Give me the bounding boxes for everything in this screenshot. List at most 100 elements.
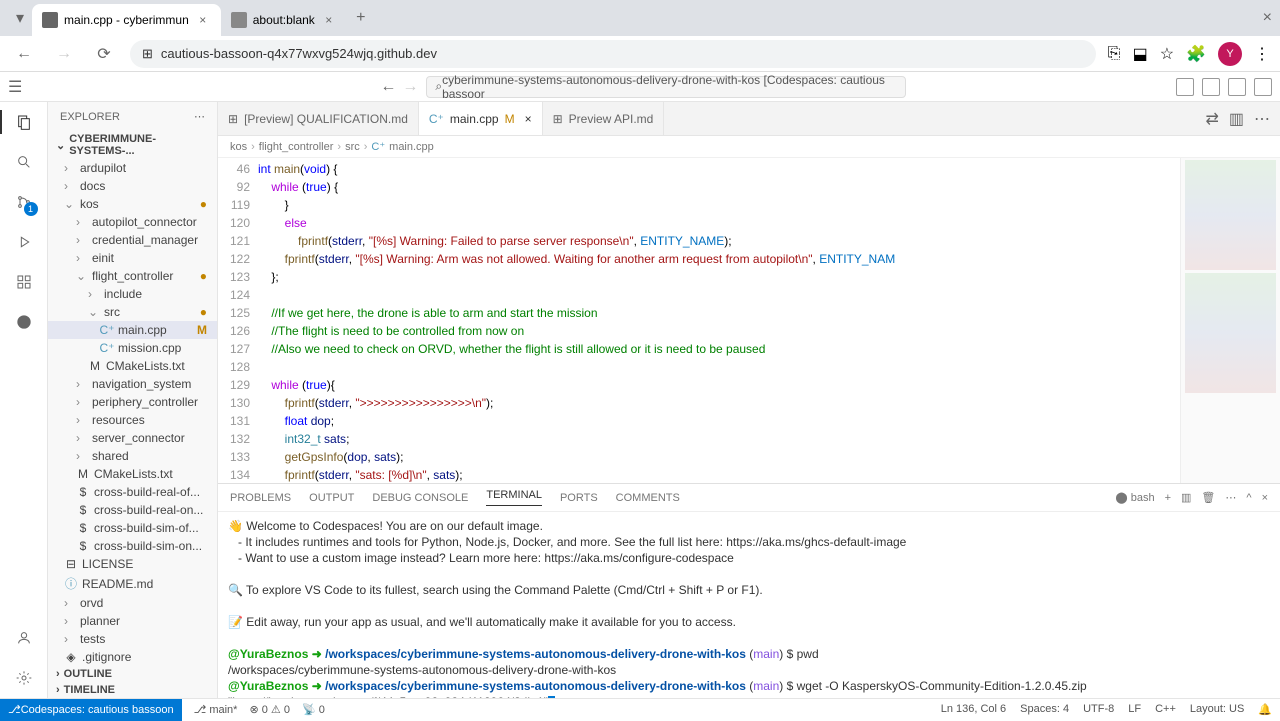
folder-autopilot-connector[interactable]: ›autopilot_connector — [48, 213, 217, 231]
minimap[interactable] — [1180, 158, 1280, 483]
folder-src[interactable]: ⌄src● — [48, 303, 217, 321]
folder-credential-manager[interactable]: ›credential_manager — [48, 231, 217, 249]
breadcrumb[interactable]: kos› flight_controller› src› C⁺ main.cpp — [218, 136, 1280, 158]
bookmark-icon[interactable]: ☆ — [1160, 44, 1174, 64]
nav-back-icon[interactable]: ← — [380, 78, 396, 96]
file-cmakelists-kos[interactable]: MCMakeLists.txt — [48, 465, 217, 483]
tab-main-cpp[interactable]: C⁺main.cpp M× — [419, 102, 543, 135]
branch-indicator[interactable]: ⎇ main* — [194, 703, 238, 716]
folder-docs[interactable]: ›docs — [48, 177, 217, 195]
workspace-header[interactable]: ⌄CYBERIMMUNE-SYSTEMS-... — [48, 131, 217, 159]
folder-resources[interactable]: ›resources — [48, 411, 217, 429]
account-icon[interactable] — [12, 626, 36, 650]
folder-shared[interactable]: ›shared — [48, 447, 217, 465]
file-cmakelists[interactable]: MCMakeLists.txt — [48, 357, 217, 375]
github-icon[interactable] — [12, 310, 36, 334]
browser-tab-active[interactable]: main.cpp - cyberimmun × — [32, 4, 221, 36]
timeline-section[interactable]: ›TIMELINE — [48, 682, 217, 698]
indent-indicator[interactable]: Spaces: 4 — [1020, 703, 1069, 716]
file-gitignore[interactable]: ◈.gitignore — [48, 648, 217, 666]
explorer-icon[interactable] — [12, 110, 36, 134]
more-icon[interactable]: ⋯ — [1254, 109, 1270, 129]
tab-qualification[interactable]: ⊞[Preview] QUALIFICATION.md — [218, 102, 419, 135]
cursor-position[interactable]: Ln 136, Col 6 — [941, 703, 1006, 716]
folder-periphery-controller[interactable]: ›periphery_controller — [48, 393, 217, 411]
maximize-icon[interactable]: ^ — [1246, 492, 1251, 504]
terminal-content[interactable]: 👋 Welcome to Codespaces! You are on our … — [218, 512, 1280, 698]
file-cross-build-2[interactable]: $cross-build-real-on... — [48, 501, 217, 519]
menu-icon[interactable]: ☰ — [8, 77, 22, 97]
folder-tests[interactable]: ›tests — [48, 630, 217, 648]
folder-planner[interactable]: ›planner — [48, 612, 217, 630]
file-cross-build-1[interactable]: $cross-build-real-of... — [48, 483, 217, 501]
folder-server-connector[interactable]: ›server_connector — [48, 429, 217, 447]
kill-terminal-icon[interactable]: 🗑 — [1201, 491, 1215, 504]
file-cross-build-3[interactable]: $cross-build-sim-of... — [48, 519, 217, 537]
browser-tab-inactive[interactable]: about:blank × — [221, 4, 347, 36]
layout-sidebar-icon[interactable] — [1176, 78, 1194, 96]
language-indicator[interactable]: C++ — [1155, 703, 1176, 716]
install-icon[interactable]: ⎘ — [1108, 45, 1121, 63]
folder-ardupilot[interactable]: ›ardupilot — [48, 159, 217, 177]
window-close-icon[interactable]: × — [1263, 9, 1272, 27]
search-icon[interactable] — [12, 150, 36, 174]
back-icon[interactable]: ← — [10, 40, 38, 68]
folder-orvd[interactable]: ›orvd — [48, 594, 217, 612]
notifications-icon[interactable]: 🔔 — [1258, 703, 1272, 716]
split-terminal-icon[interactable]: ▥ — [1181, 491, 1191, 504]
settings-icon[interactable] — [12, 666, 36, 690]
file-license[interactable]: ⊟LICENSE — [48, 555, 217, 573]
folder-navigation-system[interactable]: ›navigation_system — [48, 375, 217, 393]
close-icon[interactable]: × — [321, 12, 337, 28]
code-editor[interactable]: 4692119120121122123124125126127128129130… — [218, 158, 1280, 483]
new-terminal-icon[interactable]: + — [1165, 492, 1171, 504]
close-icon[interactable]: × — [195, 12, 211, 28]
remote-indicator[interactable]: ⎇ Codespaces: cautious bassoon — [0, 699, 182, 721]
download-icon[interactable]: ⬓ — [1133, 44, 1148, 64]
layout-panel-icon[interactable] — [1202, 78, 1220, 96]
tab-output[interactable]: OUTPUT — [309, 492, 354, 504]
problems-indicator[interactable]: ⊗ 0 ⚠ 0 — [249, 703, 290, 716]
more-icon[interactable]: ⋯ — [194, 110, 205, 123]
nav-forward-icon[interactable]: → — [402, 78, 418, 96]
layout-sidebar-right-icon[interactable] — [1228, 78, 1246, 96]
file-main-cpp[interactable]: C⁺main.cppM — [48, 321, 217, 339]
file-cross-build-4[interactable]: $cross-build-sim-on... — [48, 537, 217, 555]
encoding-indicator[interactable]: UTF-8 — [1083, 703, 1114, 716]
folder-einit[interactable]: ›einit — [48, 249, 217, 267]
tab-preview-api[interactable]: ⊞Preview API.md — [543, 102, 665, 135]
layout-customize-icon[interactable] — [1254, 78, 1272, 96]
command-center[interactable]: ⌕ cyberimmune-systems-autonomous-deliver… — [426, 76, 906, 98]
url-input[interactable]: ⊞ cautious-bassoon-q4x77wxvg524wjq.githu… — [130, 40, 1096, 68]
diff-icon[interactable]: ⇄ — [1205, 109, 1218, 129]
close-icon[interactable]: × — [525, 112, 532, 126]
shell-indicator[interactable]: ⬤ bash — [1115, 491, 1154, 504]
tab-terminal[interactable]: TERMINAL — [486, 489, 542, 506]
menu-icon[interactable]: ⋮ — [1254, 44, 1270, 64]
extensions-icon[interactable]: 🧩 — [1186, 44, 1206, 64]
extensions-icon[interactable] — [12, 270, 36, 294]
more-icon[interactable]: ⋯ — [1225, 491, 1236, 504]
source-control-icon[interactable]: 1 — [12, 190, 36, 214]
site-info-icon[interactable]: ⊞ — [142, 46, 153, 62]
folder-kos[interactable]: ⌄kos● — [48, 195, 217, 213]
tab-ports[interactable]: PORTS — [560, 492, 598, 504]
tab-search-icon[interactable]: ▾ — [8, 8, 32, 28]
eol-indicator[interactable]: LF — [1128, 703, 1141, 716]
file-readme[interactable]: ⓘREADME.md — [48, 573, 217, 594]
outline-section[interactable]: ›OUTLINE — [48, 666, 217, 682]
layout-indicator[interactable]: Layout: US — [1190, 703, 1244, 716]
avatar[interactable]: Y — [1218, 42, 1242, 66]
run-debug-icon[interactable] — [12, 230, 36, 254]
new-tab-icon[interactable]: + — [347, 4, 375, 32]
file-mission-cpp[interactable]: C⁺mission.cpp — [48, 339, 217, 357]
folder-flight-controller[interactable]: ⌄flight_controller● — [48, 267, 217, 285]
tab-comments[interactable]: COMMENTS — [616, 492, 680, 504]
tab-debug-console[interactable]: DEBUG CONSOLE — [372, 492, 468, 504]
split-icon[interactable]: ▥ — [1229, 109, 1244, 129]
folder-include[interactable]: ›include — [48, 285, 217, 303]
close-panel-icon[interactable]: × — [1262, 492, 1268, 504]
reload-icon[interactable]: ⟳ — [90, 40, 118, 68]
tab-problems[interactable]: PROBLEMS — [230, 492, 291, 504]
ports-indicator[interactable]: 📡 0 — [302, 703, 325, 716]
